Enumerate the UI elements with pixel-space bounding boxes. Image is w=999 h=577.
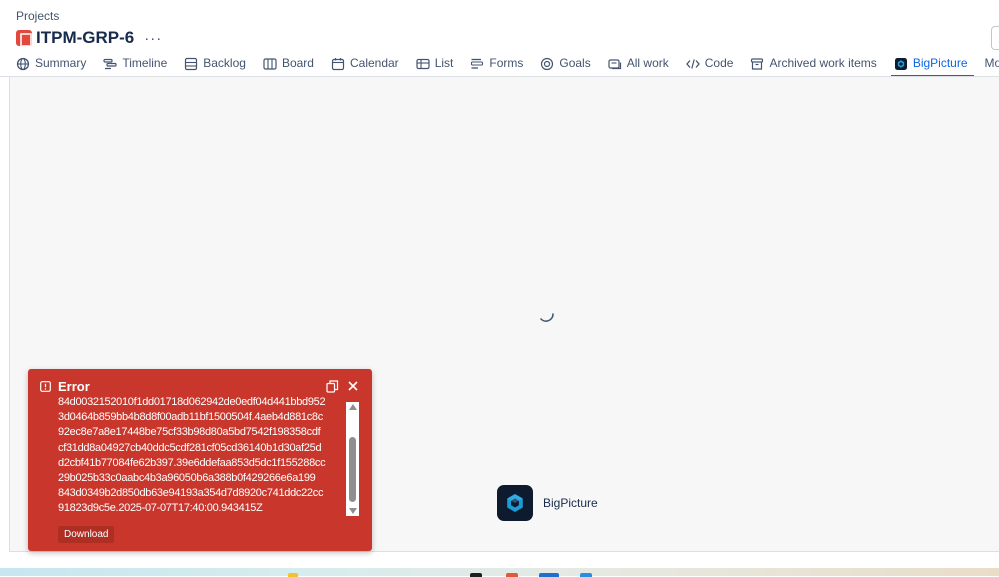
tab-list[interactable]: List (416, 56, 454, 77)
tab-label: Code (704, 56, 734, 70)
scrollbar-thumb[interactable] (349, 437, 356, 502)
tab-label: Calendar (349, 56, 399, 70)
archive-icon (751, 58, 764, 70)
top-right-control[interactable] (991, 26, 999, 50)
project-title-row: ITPM-GRP-6 ··· (16, 27, 162, 49)
project-avatar-icon (16, 30, 32, 46)
tab-more[interactable]: More 3 (985, 56, 999, 77)
all-work-icon (608, 59, 621, 70)
tab-label: Summary (35, 56, 87, 70)
tab-label: Backlog (203, 56, 246, 70)
breadcrumb-projects[interactable]: Projects (16, 9, 59, 23)
tab-label: List (434, 56, 454, 70)
project-tabs: Summary Timeline Backlog Board Calendar … (16, 56, 999, 77)
taskbar-app-icon[interactable] (539, 573, 559, 577)
bigpicture-logo-icon (497, 485, 533, 521)
project-more-actions-button[interactable]: ··· (144, 31, 162, 46)
forms-icon (471, 58, 484, 69)
tab-label: All work (626, 56, 669, 70)
loading-spinner-icon (540, 313, 554, 322)
timeline-icon (103, 58, 117, 70)
tab-label: BigPicture (912, 56, 968, 70)
tab-summary[interactable]: Summary (16, 56, 86, 77)
calendar-icon (331, 58, 345, 71)
tab-label: More (984, 56, 999, 70)
taskbar-app-icon[interactable] (470, 573, 482, 577)
copy-icon[interactable] (326, 380, 339, 393)
list-icon (416, 58, 430, 70)
error-message-text: 84d0032152010f1dd01718d062942de0edf04d44… (58, 396, 326, 515)
tab-timeline[interactable]: Timeline (103, 56, 167, 77)
tab-archived-work-items[interactable]: Archived work items (750, 56, 877, 77)
content-bottom-border (9, 551, 999, 552)
close-icon[interactable] (347, 380, 359, 392)
error-message-scroll-area[interactable]: 84d0032152010f1dd01718d062942de0edf04d44… (58, 395, 346, 515)
tab-forms[interactable]: Forms (470, 56, 523, 77)
tab-board[interactable]: Board (263, 56, 314, 77)
backlog-icon (185, 57, 198, 71)
project-name: ITPM-GRP-6 (36, 28, 135, 47)
tab-label: Goals (559, 56, 591, 70)
tab-label: Board (281, 56, 314, 70)
error-scrollbar[interactable] (346, 402, 359, 516)
tab-code[interactable]: Code (685, 56, 734, 77)
project-header: Projects ITPM-GRP-6 ··· Summary Timeline… (0, 0, 999, 77)
error-notification: Error 84d0032152010f1dd01718d062942de0ed… (28, 369, 372, 551)
error-icon (40, 381, 51, 392)
taskbar-app-icon[interactable] (288, 573, 298, 577)
scroll-up-arrow-icon[interactable] (349, 404, 357, 410)
tab-calendar[interactable]: Calendar (331, 56, 399, 77)
bigpicture-app-label: BigPicture (543, 496, 598, 510)
taskbar-app-icon[interactable] (506, 573, 518, 577)
download-button[interactable]: Download (58, 526, 115, 543)
tab-label: Archived work items (769, 56, 877, 70)
tab-backlog[interactable]: Backlog (184, 56, 246, 77)
bigpicture-icon (894, 58, 907, 70)
os-taskbar (0, 568, 999, 576)
taskbar-app-icon[interactable] (580, 573, 592, 577)
error-title: Error (58, 379, 90, 394)
code-icon (685, 59, 700, 69)
bigpicture-hexagon-icon (507, 494, 523, 512)
goals-icon (541, 57, 554, 71)
tab-goals[interactable]: Goals (540, 56, 591, 77)
board-icon (263, 58, 277, 70)
tab-bigpicture[interactable]: BigPicture (890, 56, 974, 77)
scroll-down-arrow-icon[interactable] (349, 508, 357, 514)
globe-icon (16, 57, 30, 71)
tab-label: Timeline (122, 56, 168, 70)
tab-label: Forms (489, 56, 524, 70)
tab-all-work[interactable]: All work (608, 56, 669, 77)
